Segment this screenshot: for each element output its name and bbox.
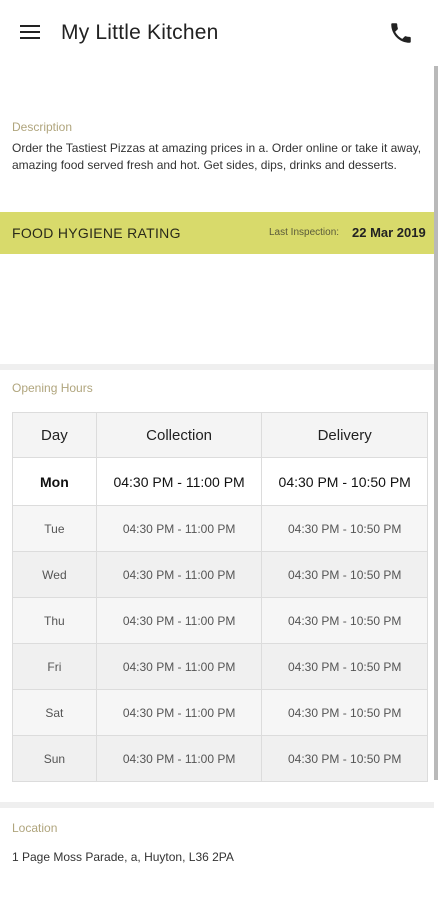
- collection-cell: 04:30 PM - 11:00 PM: [95, 505, 263, 552]
- header-day: Day: [12, 412, 97, 458]
- day-cell: Thu: [12, 597, 97, 644]
- collection-cell: 04:30 PM - 11:00 PM: [95, 551, 263, 598]
- table-row: Fri 04:30 PM - 11:00 PM 04:30 PM - 10:50…: [12, 643, 428, 690]
- app-bar: My Little Kitchen: [0, 0, 438, 66]
- delivery-cell: 04:30 PM - 10:50 PM: [261, 689, 428, 736]
- section-divider: [0, 802, 434, 808]
- day-cell: Sun: [12, 735, 97, 782]
- table-row-today: Mon 04:30 PM - 11:00 PM 04:30 PM - 10:50…: [12, 457, 428, 506]
- delivery-cell: 04:30 PM - 10:50 PM: [261, 505, 428, 552]
- location-label: Location: [12, 821, 58, 835]
- table-row: Tue 04:30 PM - 11:00 PM 04:30 PM - 10:50…: [12, 505, 428, 552]
- day-cell: Fri: [12, 643, 97, 690]
- day-cell: Sat: [12, 689, 97, 736]
- app-title: My Little Kitchen: [61, 21, 219, 44]
- phone-icon[interactable]: [388, 20, 414, 46]
- collection-cell: 04:30 PM - 11:00 PM: [95, 643, 263, 690]
- location-address: 1 Page Moss Parade, a, Huyton, L36 2PA: [12, 850, 234, 864]
- delivery-cell: 04:30 PM - 10:50 PM: [261, 735, 428, 782]
- opening-hours-table: Day Collection Delivery Mon 04:30 PM - 1…: [12, 412, 428, 782]
- collection-cell: 04:30 PM - 11:00 PM: [95, 457, 263, 506]
- food-hygiene-banner: FOOD HYGIENE RATING Last Inspection: 22 …: [0, 212, 434, 254]
- hygiene-title: FOOD HYGIENE RATING: [12, 225, 181, 241]
- description-text: Order the Tastiest Pizzas at amazing pri…: [12, 141, 422, 172]
- table-row: Sun 04:30 PM - 11:00 PM 04:30 PM - 10:50…: [12, 735, 428, 782]
- collection-cell: 04:30 PM - 11:00 PM: [95, 597, 263, 644]
- table-row: Wed 04:30 PM - 11:00 PM 04:30 PM - 10:50…: [12, 551, 428, 598]
- description-label: Description: [12, 120, 73, 134]
- hamburger-menu-icon[interactable]: [20, 25, 40, 41]
- table-row: Thu 04:30 PM - 11:00 PM 04:30 PM - 10:50…: [12, 597, 428, 644]
- header-collection: Collection: [95, 412, 263, 458]
- day-cell: Mon: [12, 457, 97, 506]
- table-header-row: Day Collection Delivery: [12, 412, 428, 458]
- delivery-cell: 04:30 PM - 10:50 PM: [261, 597, 428, 644]
- collection-cell: 04:30 PM - 11:00 PM: [95, 689, 263, 736]
- opening-hours-label: Opening Hours: [12, 381, 93, 395]
- delivery-cell: 04:30 PM - 10:50 PM: [261, 643, 428, 690]
- last-inspection-label: Last Inspection:: [269, 227, 340, 238]
- table-row: Sat 04:30 PM - 11:00 PM 04:30 PM - 10:50…: [12, 689, 428, 736]
- delivery-cell: 04:30 PM - 10:50 PM: [261, 551, 428, 598]
- scrollbar[interactable]: [434, 66, 438, 780]
- day-cell: Wed: [12, 551, 97, 598]
- day-cell: Tue: [12, 505, 97, 552]
- header-delivery: Delivery: [261, 412, 428, 458]
- section-divider: [0, 364, 434, 370]
- collection-cell: 04:30 PM - 11:00 PM: [95, 735, 263, 782]
- delivery-cell: 04:30 PM - 10:50 PM: [261, 457, 428, 506]
- last-inspection-date: 22 Mar 2019: [352, 225, 426, 240]
